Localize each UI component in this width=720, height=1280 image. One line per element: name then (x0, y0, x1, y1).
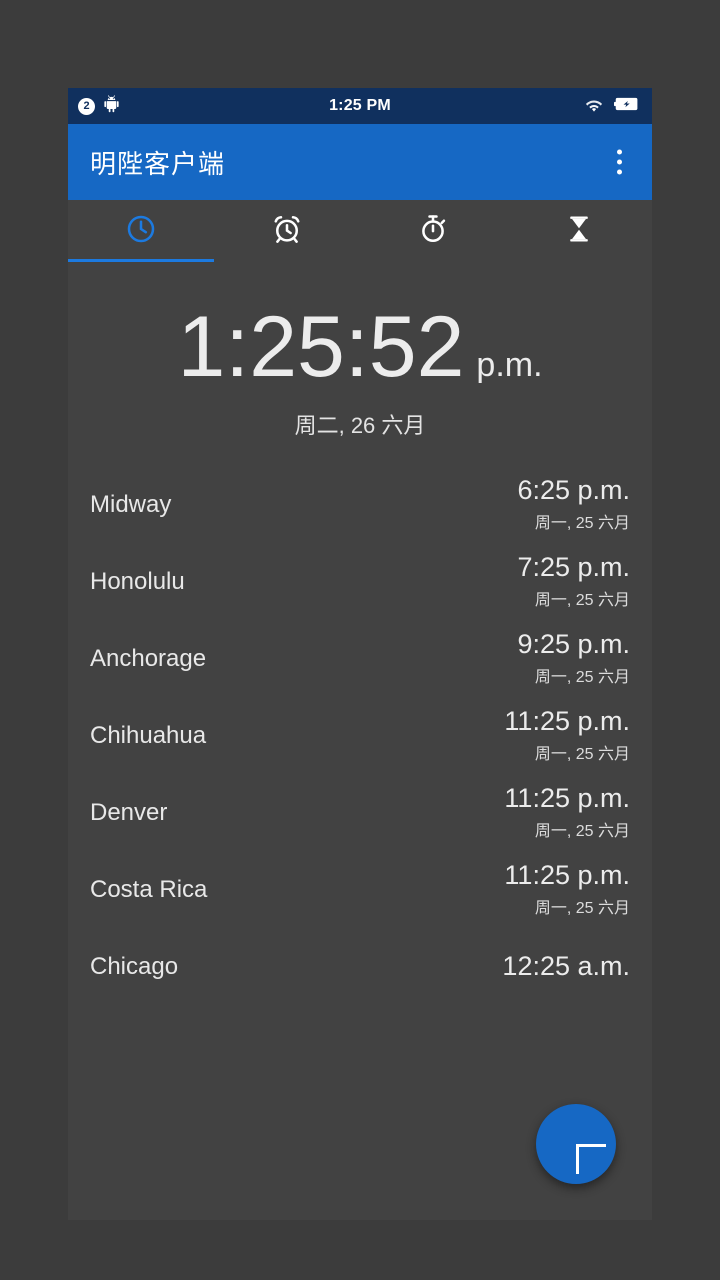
city-time-block: 6:25 p.m. 周一, 25 六月 (517, 475, 630, 533)
status-bar-clock: 1:25 PM (329, 97, 391, 114)
add-city-fab[interactable] (536, 1104, 616, 1184)
world-clock-list: Midway 6:25 p.m. 周一, 25 六月 Honolulu 7:25 p.m… (68, 466, 652, 1005)
city-date: 周一, 25 六月 (534, 514, 630, 532)
tab-stopwatch[interactable] (360, 200, 506, 262)
main-clock-date: 周二, 26 六月 (294, 413, 426, 438)
screen-frame: 2 1:25 PM 明陛客户端 1:25:52 p.m. 周二, 26 六月 M… (0, 0, 720, 1280)
status-bar: 2 1:25 PM (68, 88, 652, 124)
city-date: 周一, 25 六月 (534, 822, 630, 840)
tab-alarm[interactable] (214, 200, 360, 262)
city-row[interactable]: Honolulu 7:25 p.m. 周一, 25 六月 (90, 543, 630, 620)
city-time-block: 7:25 p.m. 周一, 25 六月 (517, 552, 630, 610)
hourglass-icon (564, 213, 594, 250)
city-row[interactable]: Midway 6:25 p.m. 周一, 25 六月 (90, 466, 630, 543)
overflow-menu-button[interactable] (611, 144, 628, 181)
city-time-block: 11:25 p.m. 周一, 25 六月 (504, 783, 630, 841)
city-row[interactable]: Chicago 12:25 a.m. (90, 928, 630, 1005)
city-row[interactable]: Denver 11:25 p.m. 周一, 25 六月 (90, 774, 630, 851)
stopwatch-icon (417, 213, 449, 250)
city-time-block: 9:25 p.m. 周一, 25 六月 (517, 629, 630, 687)
city-name: Midway (90, 490, 172, 518)
app-bar: 明陛客户端 (68, 124, 652, 200)
app-title: 明陛客户端 (90, 148, 226, 179)
city-name: Chicago (90, 952, 179, 980)
city-row[interactable]: Costa Rica 11:25 p.m. 周一, 25 六月 (90, 851, 630, 928)
city-row[interactable]: Chihuahua 11:25 p.m. 周一, 25 六月 (90, 697, 630, 774)
city-name: Chihuahua (90, 721, 207, 749)
status-bar-right (584, 88, 640, 124)
city-time-block: 11:25 p.m. 周一, 25 六月 (504, 860, 630, 918)
city-name: Anchorage (90, 644, 207, 672)
more-vertical-icon-dot (617, 169, 622, 175)
city-name: Honolulu (90, 567, 185, 595)
main-clock-meridiem: p.m. (476, 346, 543, 384)
city-time: 12:25 a.m. (502, 950, 630, 981)
tab-bar (68, 200, 652, 262)
city-time: 11:25 p.m. (504, 860, 630, 891)
city-time: 7:25 p.m. (517, 552, 630, 583)
wifi-icon (584, 96, 604, 117)
tab-clock[interactable] (68, 200, 214, 262)
city-time: 11:25 p.m. (504, 706, 630, 737)
app-window: 2 1:25 PM 明陛客户端 1:25:52 p.m. 周二, 26 六月 M… (68, 88, 652, 1220)
city-time: 9:25 p.m. (517, 629, 630, 660)
city-date: 周一, 25 六月 (534, 668, 630, 686)
city-time: 11:25 p.m. (504, 783, 630, 814)
city-date: 周一, 25 六月 (534, 591, 630, 609)
clock-icon (125, 213, 157, 250)
main-clock-line: 1:25:52 p.m. (68, 304, 652, 390)
main-clock: 1:25:52 p.m. 周二, 26 六月 (68, 262, 652, 440)
city-date: 周一, 25 六月 (534, 899, 630, 917)
city-time: 6:25 p.m. (517, 475, 630, 506)
battery-charging-icon (614, 96, 640, 117)
tab-timer[interactable] (506, 200, 652, 262)
city-name: Costa Rica (90, 875, 208, 903)
city-name: Denver (90, 798, 168, 826)
main-clock-time: 1:25:52 (177, 299, 465, 395)
city-row[interactable]: Anchorage 9:25 p.m. 周一, 25 六月 (90, 620, 630, 697)
alarm-icon (271, 213, 303, 250)
city-time-block: 12:25 a.m. (502, 950, 630, 982)
tab-active-indicator (68, 259, 214, 262)
city-time-block: 11:25 p.m. 周一, 25 六月 (504, 706, 630, 764)
city-date: 周一, 25 六月 (534, 745, 630, 763)
more-vertical-icon-dot (617, 159, 622, 165)
more-vertical-icon-dot (617, 149, 622, 155)
